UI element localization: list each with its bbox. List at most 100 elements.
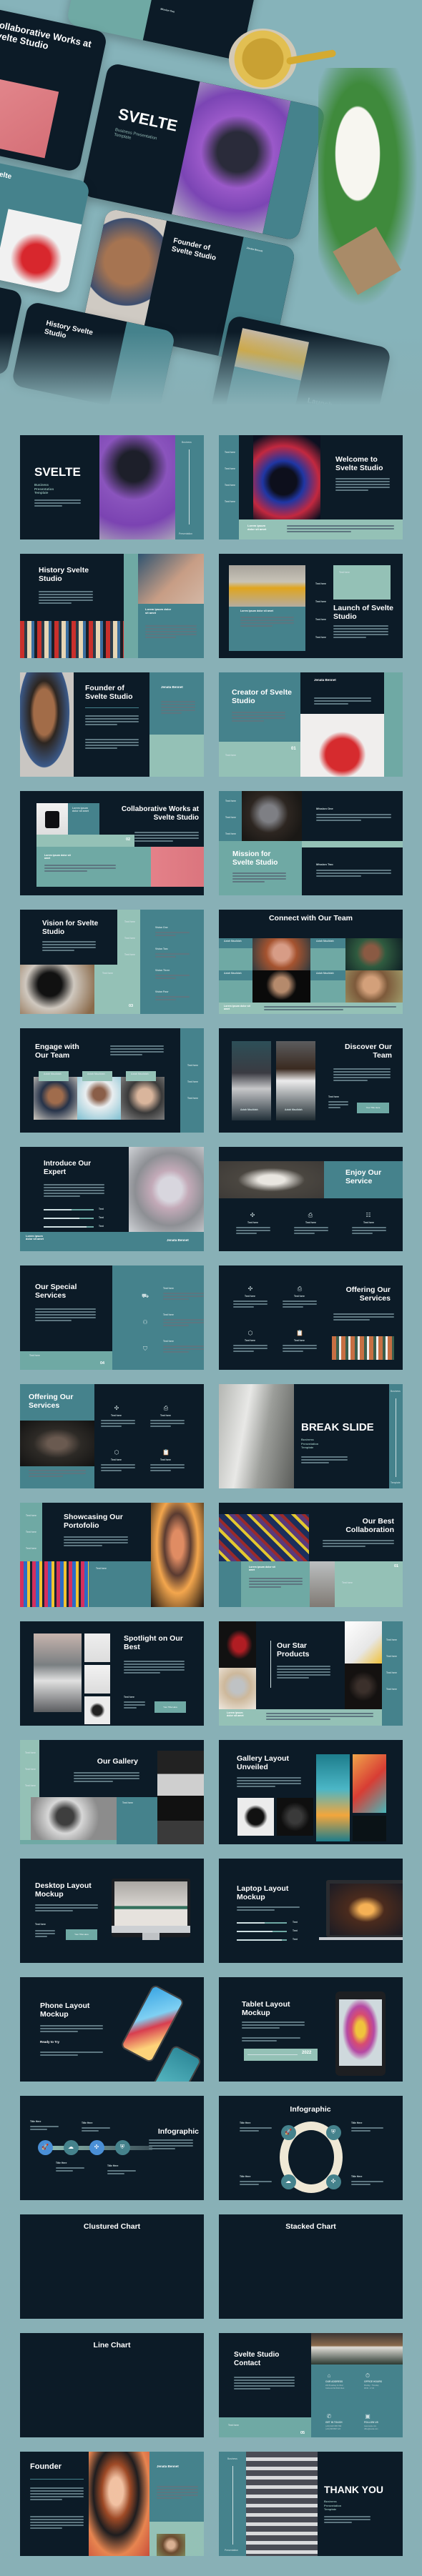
slide-creator[interactable]: Creator of Svelte Studio 01 Text here Jenat… [219, 672, 403, 777]
text-line [150, 1420, 185, 1421]
slide-cover[interactable]: Business Presentation SVELTE Business Prese… [20, 435, 204, 539]
slide-gallery2[interactable]: Gallery Layout Unveiled [219, 1740, 403, 1844]
text-line [39, 594, 93, 595]
title-panel [219, 841, 302, 895]
clipboard-icon: 📋 [296, 1330, 303, 1336]
side-bar [384, 672, 403, 777]
slide-phone[interactable]: Phone Layout Mockup Ready to Try [20, 1977, 204, 2082]
text-line [35, 1910, 73, 1911]
slide-spotlight[interactable]: Spotlight on Our Best Text here Your Title… [20, 1621, 204, 1726]
slide-title: Our Special Services [35, 1283, 77, 1301]
slide-title: Laptop Layout Mockup [237, 1884, 289, 1902]
puzzle-icon: ✣ [114, 1405, 119, 1411]
text-line [287, 528, 394, 529]
text-line [266, 1713, 373, 1714]
text-line [323, 1543, 394, 1544]
slide-info1[interactable]: 🚀 ☁ ✣ ⛨ Title Here Title Here Title Here Title … [20, 2096, 204, 2200]
text-line [333, 1071, 391, 1073]
slide-line[interactable]: Line Chart0123456Category 1Category 2Cat… [20, 2333, 204, 2437]
slide-vision[interactable]: Vision for Svelte Studio Text here Text he… [20, 910, 204, 1014]
slide-offering1[interactable]: ✣ Text here ⎙ Text here ⬡ Text here 📋 Text here… [219, 1265, 403, 1370]
text-line [42, 944, 96, 945]
side-label-bottom: Template [391, 1481, 401, 1484]
text-line [233, 1348, 268, 1349]
cta-link[interactable]: Ready to Try [40, 2040, 59, 2044]
text-line [324, 2519, 371, 2520]
text-line [163, 1296, 204, 1297]
slide-title: History Svelte Studio [39, 566, 89, 584]
slide-laptop[interactable]: Laptop Layout Mockup Text Text Text [219, 1859, 403, 1963]
slide-gallery[interactable]: Text here Text here Text here Our Gallery Te… [20, 1740, 204, 1844]
slide-offering2[interactable]: Offering Our Services ✣ Text here ⎙ Text her… [20, 1384, 204, 1488]
feature-label: Text here [294, 1295, 305, 1298]
slide-connect[interactable]: Connect with Our Team Aziah Maulidah Aziah… [219, 910, 403, 1014]
slide-stacked[interactable]: Stacked Chart0%10%20%30%40%50%60%70%80%9… [219, 2214, 403, 2319]
text-line [85, 739, 139, 740]
text-line [233, 1345, 268, 1346]
slide-expert[interactable]: Introduce Our Expert Text Text Text Lorem ip… [20, 1147, 204, 1251]
ring-title: Title Here [351, 2122, 363, 2124]
slide-welcome[interactable]: Text here Text here Text here Text here Lore… [219, 435, 403, 539]
slide-thanks[interactable]: Business Presentation THANK YOU Business Pr… [219, 2452, 403, 2556]
text-line [233, 1351, 254, 1352]
slide-title: Collaborative Works at Svelte Studio [121, 805, 199, 822]
slide-contact[interactable]: Svelte Studio Contact Text here 05 ⌂ OUR ADD… [219, 2333, 403, 2437]
slide-star[interactable]: Our Star Products Lorem ipsum dolor sit a… [219, 1621, 403, 1726]
photo-clothes-rack [332, 1336, 394, 1360]
label-text-here: Text here [124, 920, 135, 923]
text-line [30, 2129, 47, 2130]
slide-discover[interactable]: Aziah Maulidah Aziah Maulidah Discover Our… [219, 1028, 403, 1133]
slide-clustered[interactable]: Clustured Chart0123456Category 1Category… [20, 2214, 204, 2319]
photo-patches [219, 1514, 309, 1561]
person-name: Jenata Bennet [161, 685, 183, 689]
text-line [74, 1781, 114, 1782]
title-button[interactable]: Your Title Here [66, 1929, 97, 1940]
side-bar [175, 435, 204, 539]
slide-engage[interactable]: Engage with Our Team Text here Text here Te… [20, 1028, 204, 1133]
contact-heading: OUR ADDRESS [325, 2380, 343, 2383]
skill-bar-fill [237, 1939, 282, 1941]
text-line [283, 1303, 317, 1305]
slide-launch[interactable]: Lorem ipsum dolor sit amet Text here Text … [219, 554, 403, 658]
feature-label: Text here [294, 1339, 305, 1342]
slide-history[interactable]: History Svelte Studio Lorem ipsum dolor s… [20, 554, 204, 658]
slide-special[interactable]: Our Special Services Text here 04 ⛟ Text her… [20, 1265, 204, 1370]
slide-collab2[interactable]: Our Best Collaboration Lorem ipsum dolor … [219, 1503, 403, 1607]
feature-label: Text here [247, 1221, 258, 1224]
text-line [324, 2522, 352, 2523]
text-line [40, 2028, 103, 2029]
text-line [145, 631, 197, 632]
title-panel [219, 672, 300, 742]
text-line [316, 875, 361, 877]
text-line [240, 2127, 272, 2129]
profile-card-icon: ▣ [365, 2413, 371, 2420]
slide-collab[interactable]: Lorem ipsum dolor sit amet 02 Lorem ipsum … [20, 791, 204, 895]
slide-break[interactable]: BREAK SLIDE Business Presentation Templat… [219, 1384, 403, 1488]
text-line [333, 631, 388, 632]
skill-bar-fill [44, 1218, 80, 1219]
text-line [277, 1669, 330, 1670]
slide-founder2[interactable]: Founder Jenata Bennet [20, 2452, 204, 2556]
slide-enjoy[interactable]: Enjoy Our Service ✣ Text here ⎙ Text here ☷ Te… [219, 1147, 403, 1251]
text-line [234, 2385, 295, 2387]
side-bar [219, 1561, 241, 1607]
slide-founder[interactable]: Founder of Svelte Studio Jenata Bennet [20, 672, 204, 777]
download-icon: ⎙ [297, 1285, 303, 1292]
text-line [240, 620, 294, 621]
slide-desktop[interactable]: Desktop Layout Mockup Text here Your Title… [20, 1859, 204, 1963]
slide-tablet[interactable]: Tablet Layout Mockup 2022 [219, 1977, 403, 2082]
text-line [155, 935, 176, 936]
slide-portfolio[interactable]: Text here Text here Text here Showcasing Ou… [20, 1503, 204, 1607]
divider-line [30, 2479, 84, 2480]
side-label-bottom: Presentation [179, 532, 193, 535]
sliders-icon: ☷ [365, 1212, 371, 1218]
title-button[interactable]: Your Title Here [154, 1701, 186, 1713]
title-button[interactable]: Your Title Here [357, 1103, 389, 1113]
slide-mission[interactable]: Text here Text here Text here Mission for S… [219, 791, 403, 895]
photo-team-member [345, 970, 403, 1003]
caption-text: Lorem ipsum dolor sit amet [247, 524, 267, 531]
hero-fade [0, 332, 422, 418]
text-line [124, 1707, 137, 1709]
slide-info2[interactable]: Infographic 🚀 ⛨ ☁ ✣ Title Here Title Here Title… [219, 2096, 403, 2200]
text-line [35, 1933, 55, 1934]
